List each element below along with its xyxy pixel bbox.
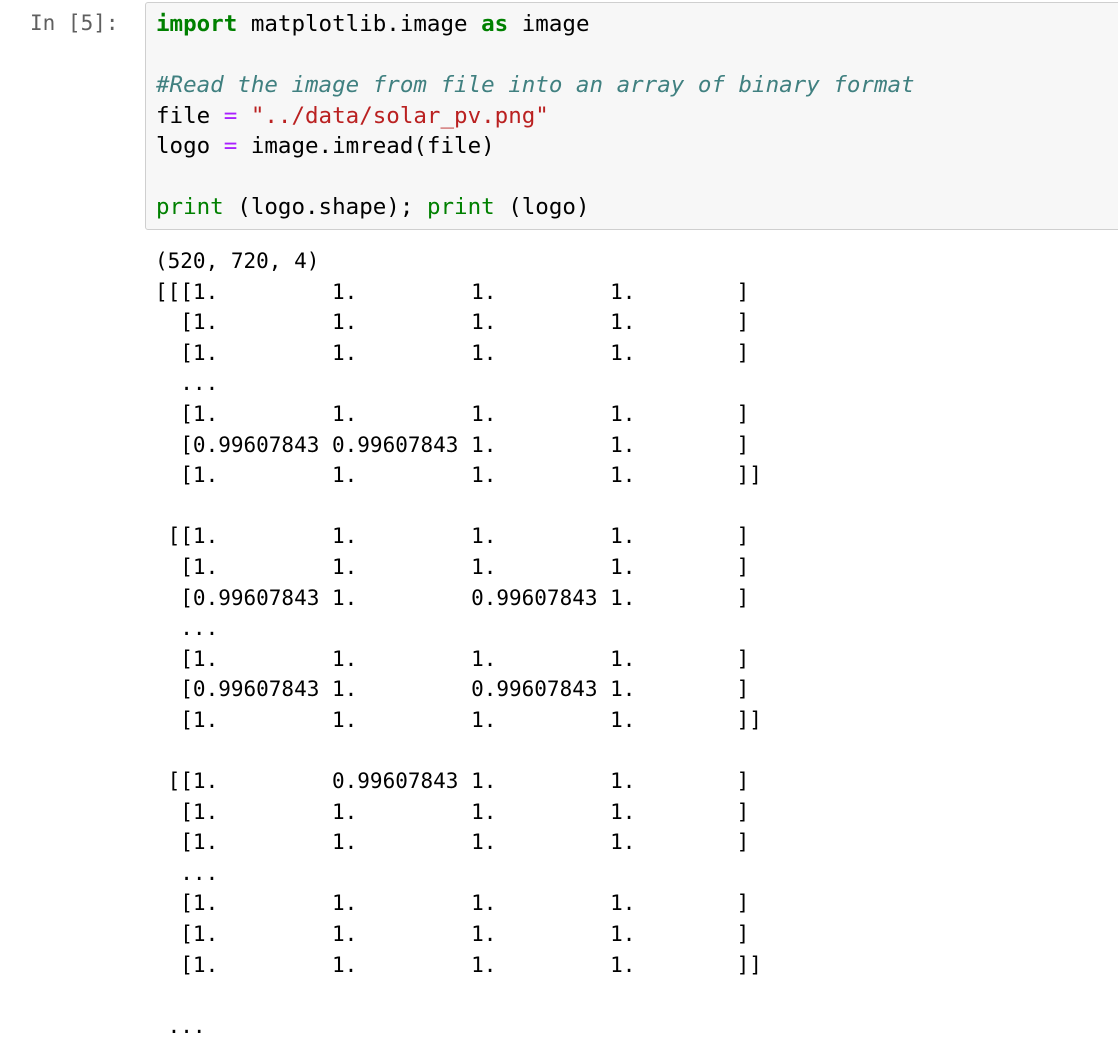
output-line: [1. 1. 1. 1. ] — [155, 891, 750, 916]
output-line: [1. 1. 1. 1. ]] — [155, 952, 762, 977]
output-line: [1. 1. 1. 1. ]] — [155, 707, 762, 732]
code-token: = — [223, 102, 238, 129]
notebook-cell: In [5]: import matplotlib.image as image… — [0, 0, 1118, 1058]
output-line: [1. 1. 1. 1. ] — [155, 799, 750, 824]
code-editor[interactable]: import matplotlib.image as image #Read th… — [156, 9, 915, 223]
output-line: [0.99607843 1. 0.99607843 1. ] — [155, 585, 750, 610]
code-input-area[interactable]: import matplotlib.image as image #Read th… — [145, 2, 1118, 230]
output-line: ... — [155, 616, 219, 641]
code-token: (logo.shape); — [223, 194, 427, 220]
code-token: as — [481, 11, 509, 37]
code-token: print — [156, 194, 224, 220]
output-line: [1. 1. 1. 1. ] — [155, 401, 750, 426]
code-token: print — [426, 194, 495, 220]
code-token: = — [223, 133, 238, 159]
output-line: [1. 1. 1. 1. ] — [155, 310, 750, 335]
code-token: image.imread(file) — [237, 133, 495, 159]
output-line: ... — [155, 371, 219, 396]
output-line: [[1. 0.99607843 1. 1. ] — [155, 769, 750, 794]
output-line: [0.99607843 0.99607843 1. 1. ] — [155, 432, 750, 457]
code-line: import matplotlib.image as image — [156, 9, 915, 40]
output-line: [[1. 1. 1. 1. ] — [155, 524, 750, 549]
code-line: logo = image.imread(file) — [156, 131, 915, 162]
code-token: #Read the image from file into an array … — [156, 72, 915, 98]
code-token: image — [508, 11, 590, 37]
output-line: [1. 1. 1. 1. ] — [155, 922, 750, 947]
code-token: (logo) — [494, 194, 590, 220]
code-token: logo — [156, 133, 224, 159]
output-line: (520, 720, 4) — [155, 249, 320, 273]
code-token: matplotlib.image — [237, 11, 482, 37]
cell-output: (520, 720, 4) [[[1. 1. 1. 1. ] [1. 1. 1. … — [155, 246, 762, 1041]
output-line: [1. 1. 1. 1. ]] — [155, 463, 762, 488]
output-line: [1. 1. 1. 1. ] — [155, 646, 750, 671]
output-line: [0.99607843 1. 0.99607843 1. ] — [155, 677, 750, 702]
code-line: #Read the image from file into an array … — [156, 70, 915, 101]
output-line: [1. 1. 1. 1. ] — [155, 340, 750, 365]
code-token: file — [156, 102, 224, 129]
code-token: "../data/solar_pv.png" — [250, 102, 549, 129]
code-token: import — [156, 11, 238, 37]
code-line: file = "../data/solar_pv.png" — [156, 101, 915, 132]
output-line: ... — [155, 860, 219, 885]
output-line: [1. 1. 1. 1. ] — [155, 554, 750, 579]
input-prompt: In [5]: — [30, 11, 119, 35]
output-line: [1. 1. 1. 1. ] — [155, 830, 750, 855]
output-line: ... — [155, 1013, 206, 1038]
code-line: print (logo.shape); print (logo) — [156, 192, 915, 223]
output-line: [[[1. 1. 1. 1. ] — [155, 279, 750, 304]
